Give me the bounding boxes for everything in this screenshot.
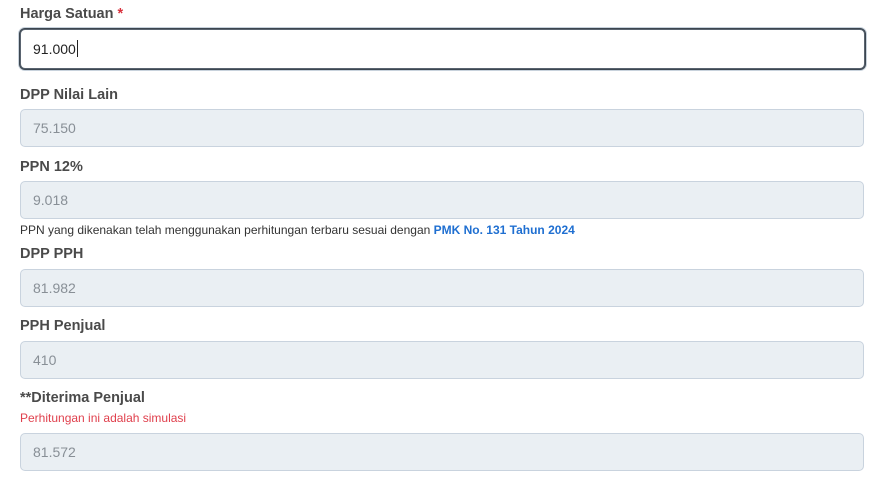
harga-satuan-value: 91.000 (33, 41, 76, 57)
pmk-link[interactable]: PMK No. 131 Tahun 2024 (434, 223, 575, 237)
ppn-label: PPN 12% (20, 159, 83, 175)
ppn-field: 9.018 (20, 181, 864, 219)
ppn-note-text: PPN yang dikenakan telah menggunakan per… (20, 223, 434, 237)
pph-penjual-label: PPH Penjual (20, 318, 106, 334)
harga-satuan-label: Harga Satuan * (20, 6, 123, 22)
dpp-nilai-lain-label: DPP Nilai Lain (20, 87, 119, 103)
dpp-nilai-lain-field: 75.150 (20, 109, 864, 147)
diterima-penjual-label: **Diterima Penjual (20, 390, 145, 406)
ppn-note: PPN yang dikenakan telah menggunakan per… (20, 223, 575, 237)
dpp-pph-field: 81.982 (20, 269, 864, 307)
simulation-note: Perhitungan ini adalah simulasi (20, 411, 187, 425)
dpp-pph-label: DPP PPH (20, 246, 84, 262)
text-cursor (76, 40, 78, 58)
harga-satuan-input[interactable]: 91.000 (20, 29, 865, 69)
diterima-penjual-field: 81.572 (20, 433, 864, 471)
harga-satuan-label-text: Harga Satuan (20, 6, 114, 22)
required-mark: * (117, 6, 124, 22)
pph-penjual-field: 410 (20, 341, 864, 379)
